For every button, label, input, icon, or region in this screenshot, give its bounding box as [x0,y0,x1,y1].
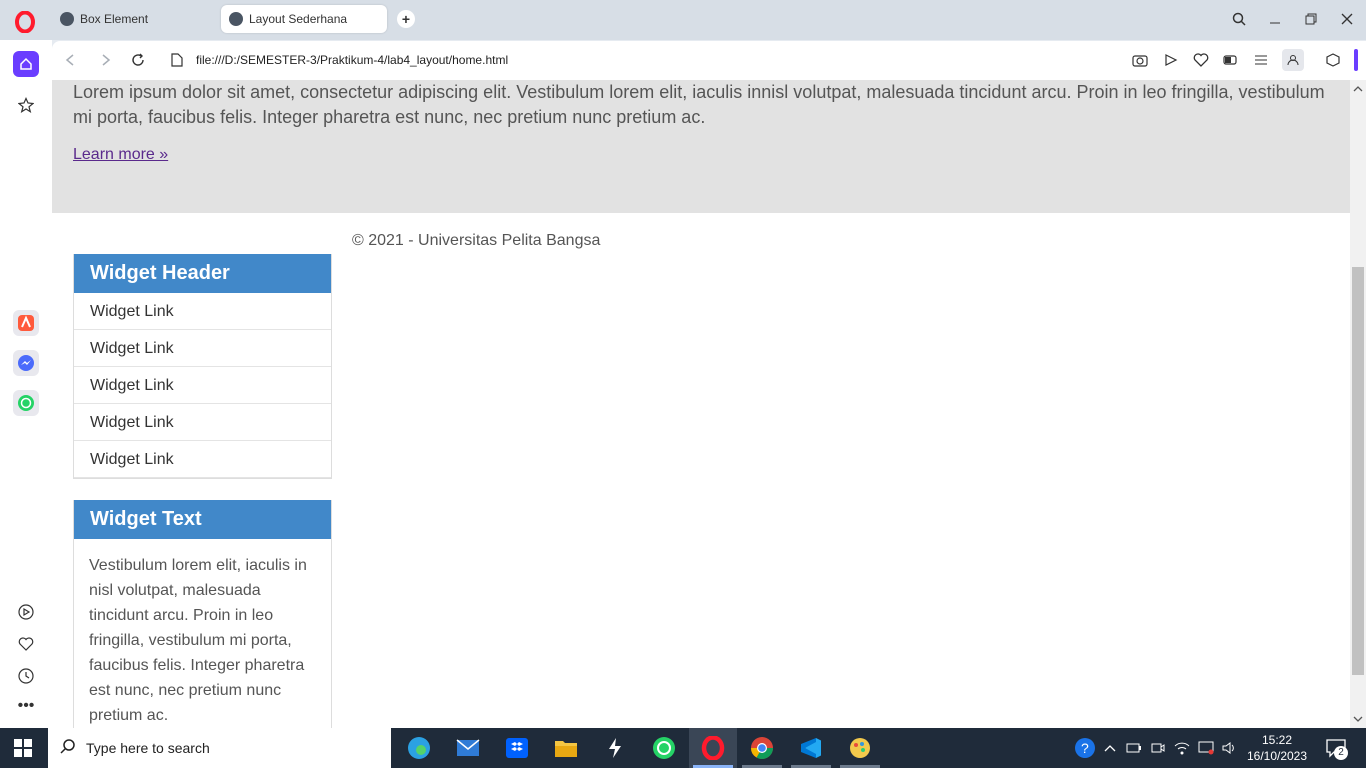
footer-copyright: © 2021 - Universitas Pelita Bangsa [352,232,601,249]
minimize-button[interactable] [1265,10,1285,28]
svg-text:?: ? [1081,740,1089,756]
hero-section: Lorem ipsum dolor sit amet, consectetur … [52,80,1350,213]
globe-icon [60,12,74,26]
widget-link[interactable]: Widget Link [74,441,331,478]
browser-tab-strip: Box Element Layout Sederhana + [0,0,1366,40]
search-placeholder: Type here to search [86,740,210,756]
battery-saver-icon[interactable] [1222,51,1240,69]
search-icon [60,738,76,758]
more-icon[interactable]: ••• [13,693,39,719]
forward-button[interactable] [97,51,115,69]
aria-icon[interactable] [13,310,39,336]
camera-icon[interactable] [1131,51,1149,69]
learn-more-link[interactable]: Learn more » [73,146,168,164]
heart-icon[interactable] [13,631,39,657]
page-viewport: Lorem ipsum dolor sit amet, consectetur … [52,80,1350,728]
widget-link[interactable]: Widget Link [74,330,331,367]
widget-header: Widget Header [74,254,331,293]
heart-icon[interactable] [1192,51,1210,69]
player-icon[interactable] [13,599,39,625]
scroll-up-icon[interactable] [1353,84,1363,94]
windows-taskbar: Type here to search ? 15:22 16/10/2023 2 [0,728,1366,768]
hero-paragraph: Lorem ipsum dolor sit amet, consectetur … [73,82,1325,127]
scroll-down-icon[interactable] [1353,714,1363,724]
battery-icon[interactable] [1126,740,1142,756]
chrome-icon[interactable] [748,734,776,762]
windows-start-icon[interactable] [14,739,32,757]
browser-sidebar: ••• [0,40,52,728]
vscode-icon[interactable] [797,734,825,762]
page-scrollbar[interactable] [1350,80,1366,728]
wifi-icon[interactable] [1174,740,1190,756]
tab-box-element[interactable]: Box Element [52,5,218,33]
clock-time: 15:22 [1261,733,1293,747]
edge-icon[interactable] [405,734,433,762]
chevron-up-icon[interactable] [1102,740,1118,756]
mail-icon[interactable] [454,734,482,762]
easy-setup-icon[interactable] [1252,51,1270,69]
widget-link[interactable]: Widget Link [74,293,331,330]
messenger-icon[interactable] [13,350,39,376]
widget-link[interactable]: Widget Link [74,367,331,404]
meet-icon[interactable] [1150,740,1166,756]
tab-title: Box Element [80,12,149,26]
url-field[interactable]: file:///D:/SEMESTER-3/Praktikum-4/lab4_l… [196,53,508,67]
notification-badge: 2 [1334,746,1348,760]
file-icon [168,51,186,69]
globe-icon [229,12,243,26]
restore-button[interactable] [1301,10,1321,28]
history-icon[interactable] [13,663,39,689]
widget-text: Widget Text Vestibulum lorem elit, iacul… [73,500,332,728]
search-tabs-icon[interactable] [1229,10,1249,28]
address-bar-row: file:///D:/SEMESTER-3/Praktikum-4/lab4_l… [52,41,1366,80]
widget-text-body: Vestibulum lorem elit, iaculis in nisl v… [89,557,307,724]
taskbar-clock[interactable]: 15:22 16/10/2023 [1242,732,1312,764]
extensions-icon[interactable] [1324,51,1342,69]
whatsapp-icon[interactable] [13,390,39,416]
volume-icon[interactable] [1222,740,1238,756]
reload-button[interactable] [129,51,147,69]
dropbox-icon[interactable] [503,734,531,762]
send-icon[interactable] [1162,51,1180,69]
tab-title: Layout Sederhana [249,12,348,26]
sidebar-indicator [1354,49,1358,71]
file-explorer-icon[interactable] [552,734,580,762]
widget-links: Widget Header Widget Link Widget Link Wi… [73,254,332,479]
home-icon[interactable] [13,51,39,77]
star-icon[interactable] [13,92,39,118]
display-icon[interactable] [1198,740,1214,756]
widget-text-header: Widget Text [74,500,331,539]
opera-logo-icon[interactable] [12,10,38,34]
close-button[interactable] [1337,10,1357,28]
back-button[interactable] [61,51,79,69]
widget-link[interactable]: Widget Link [74,404,331,441]
help-icon[interactable]: ? [1074,737,1096,759]
opera-taskbar-icon[interactable] [699,734,727,762]
scroll-thumb[interactable] [1352,267,1364,675]
whatsapp-taskbar-icon[interactable] [650,734,678,762]
tab-layout-sederhana[interactable]: Layout Sederhana [221,5,387,33]
new-tab-button[interactable]: + [397,10,415,28]
taskbar-search[interactable]: Type here to search [48,728,391,768]
profile-icon[interactable] [1282,49,1304,71]
app-lightning-icon[interactable] [601,734,629,762]
clock-date: 16/10/2023 [1246,749,1308,763]
paint-icon[interactable] [846,734,874,762]
